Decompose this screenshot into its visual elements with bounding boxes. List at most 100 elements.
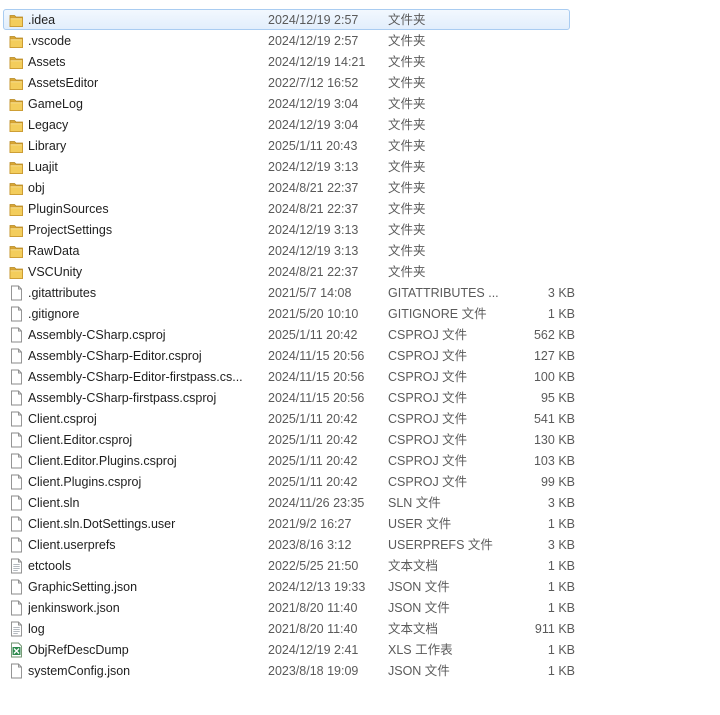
file-type: 文件夹 <box>388 34 426 48</box>
file-row[interactable]: Assembly-CSharp-Editor-firstpass.cs... 20… <box>3 366 575 387</box>
file-row[interactable]: Legacy 2024/12/19 3:04 文件夹 <box>3 114 570 135</box>
file-name: Assembly-CSharp-Editor-firstpass.cs... <box>28 370 243 384</box>
file-name: Assembly-CSharp-Editor.csproj <box>28 349 202 363</box>
file-type: CSPROJ 文件 <box>388 349 468 363</box>
file-type: JSON 文件 <box>388 580 450 594</box>
file-row[interactable]: Assembly-CSharp-Editor.csproj 2024/11/15 … <box>3 345 575 366</box>
file-name: obj <box>28 181 45 195</box>
text-document-icon <box>9 558 24 574</box>
file-row[interactable]: log 2021/8/20 11:40 文本文档 911 KB <box>3 618 575 639</box>
folder-icon <box>9 117 24 133</box>
file-name: Client.sln.DotSettings.user <box>28 517 176 531</box>
file-row[interactable]: Assets 2024/12/19 14:21 文件夹 <box>3 51 570 72</box>
file-type: CSPROJ 文件 <box>388 370 468 384</box>
file-name: Client.Editor.Plugins.csproj <box>28 454 177 468</box>
file-name: RawData <box>28 244 80 258</box>
file-name: .idea <box>28 13 56 27</box>
file-date-modified: 2023/8/16 3:12 <box>268 538 352 552</box>
file-row[interactable]: Client.userprefs 2023/8/16 3:12 USERPREFS … <box>3 534 575 555</box>
file-date-modified: 2024/12/19 2:57 <box>268 34 359 48</box>
file-type: 文件夹 <box>388 139 426 153</box>
file-icon <box>9 306 24 322</box>
file-date-modified: 2024/8/21 22:37 <box>268 202 359 216</box>
folder-icon <box>9 222 24 238</box>
file-size: 911 KB <box>534 622 575 636</box>
file-date-modified: 2024/11/26 23:35 <box>268 496 365 510</box>
file-type: SLN 文件 <box>388 496 441 510</box>
folder-icon <box>9 180 24 196</box>
file-type: 文件夹 <box>388 244 426 258</box>
file-icon <box>9 600 24 616</box>
file-date-modified: 2021/8/20 11:40 <box>268 601 358 615</box>
file-type: 文本文档 <box>388 622 439 636</box>
file-row[interactable]: ProjectSettings 2024/12/19 3:13 文件夹 <box>3 219 570 240</box>
file-date-modified: 2025/1/11 20:42 <box>268 475 358 489</box>
file-row[interactable]: ObjRefDescDump 2024/12/19 2:41 XLS 工作表 1 KB <box>3 639 575 660</box>
file-type: USERPREFS 文件 <box>388 538 493 552</box>
file-name: GameLog <box>28 97 83 111</box>
file-name: VSCUnity <box>28 265 83 279</box>
folder-icon <box>9 201 24 217</box>
file-row[interactable]: Client.sln.DotSettings.user 2021/9/2 16:2… <box>3 513 575 534</box>
file-icon <box>9 516 24 532</box>
file-row[interactable]: Client.Plugins.csproj 2025/1/11 20:42 CSPR… <box>3 471 575 492</box>
file-name: Library <box>28 139 67 153</box>
file-name: systemConfig.json <box>28 664 131 678</box>
file-name: Assembly-CSharp-firstpass.csproj <box>28 391 217 405</box>
file-row[interactable]: Client.sln 2024/11/26 23:35 SLN 文件 3 KB <box>3 492 575 513</box>
folder-icon <box>9 33 24 49</box>
file-row[interactable]: Luajit 2024/12/19 3:13 文件夹 <box>3 156 570 177</box>
file-date-modified: 2025/1/11 20:43 <box>268 139 358 153</box>
file-date-modified: 2024/12/19 3:13 <box>268 244 359 258</box>
file-row[interactable]: GraphicSetting.json 2024/12/13 19:33 JSON … <box>3 576 575 597</box>
file-date-modified: 2024/12/13 19:33 <box>268 580 366 594</box>
file-row[interactable]: etctools 2022/5/25 21:50 文本文档 1 KB <box>3 555 575 576</box>
file-row[interactable]: GameLog 2024/12/19 3:04 文件夹 <box>3 93 570 114</box>
file-type: 文件夹 <box>388 76 426 90</box>
file-row[interactable]: jenkinswork.json 2021/8/20 11:40 JSON 文件 1 … <box>3 597 575 618</box>
file-date-modified: 2024/12/19 3:04 <box>268 118 359 132</box>
file-row[interactable]: AssetsEditor 2022/7/12 16:52 文件夹 <box>3 72 570 93</box>
file-size: 541 KB <box>533 412 575 426</box>
file-row[interactable]: Client.Editor.csproj 2025/1/11 20:42 CSPRO… <box>3 429 575 450</box>
file-row[interactable]: Client.Editor.Plugins.csproj 2025/1/11 20… <box>3 450 575 471</box>
folder-icon <box>9 96 24 112</box>
file-size: 562 KB <box>533 328 575 342</box>
file-type: CSPROJ 文件 <box>388 328 468 342</box>
file-row[interactable]: .gitattributes 2021/5/7 14:08 GITATTRIBUTE… <box>3 282 575 303</box>
file-size: 1 KB <box>547 580 575 594</box>
file-name: .gitignore <box>28 307 80 321</box>
file-icon <box>9 453 24 469</box>
file-row[interactable]: RawData 2024/12/19 3:13 文件夹 <box>3 240 570 261</box>
file-row[interactable]: .gitignore 2021/5/20 10:10 GITIGNORE 文件 1 K… <box>3 303 575 324</box>
file-icon <box>9 327 24 343</box>
file-row[interactable]: Client.csproj 2025/1/11 20:42 CSPROJ 文件 541… <box>3 408 575 429</box>
folder-icon <box>9 138 24 154</box>
file-row[interactable]: Library 2025/1/11 20:43 文件夹 <box>3 135 570 156</box>
file-name: log <box>28 622 45 636</box>
file-size: 3 KB <box>547 286 575 300</box>
file-icon <box>9 432 24 448</box>
file-name: etctools <box>28 559 72 573</box>
file-row[interactable]: .vscode 2024/12/19 2:57 文件夹 <box>3 30 570 51</box>
file-row[interactable]: Assembly-CSharp-firstpass.csproj 2024/11/… <box>3 387 575 408</box>
file-type: 文件夹 <box>388 265 426 279</box>
folder-icon <box>9 243 24 259</box>
file-row[interactable]: obj 2024/8/21 22:37 文件夹 <box>3 177 570 198</box>
file-row[interactable]: Assembly-CSharp.csproj 2025/1/11 20:42 CSP… <box>3 324 575 345</box>
file-name: Assembly-CSharp.csproj <box>28 328 166 342</box>
file-row[interactable]: systemConfig.json 2023/8/18 19:09 JSON 文件 1… <box>3 660 575 681</box>
file-name: jenkinswork.json <box>28 601 120 615</box>
file-name: Assets <box>28 55 66 69</box>
file-date-modified: 2024/11/15 20:56 <box>268 370 365 384</box>
folder-icon <box>9 264 24 280</box>
file-type: 文件夹 <box>388 202 426 216</box>
file-row[interactable]: VSCUnity 2024/8/21 22:37 文件夹 <box>3 261 570 282</box>
file-icon <box>9 348 24 364</box>
file-date-modified: 2024/11/15 20:56 <box>268 391 365 405</box>
file-row[interactable]: PluginSources 2024/8/21 22:37 文件夹 <box>3 198 570 219</box>
folder-icon <box>9 54 24 70</box>
file-type: USER 文件 <box>388 517 452 531</box>
file-icon <box>9 411 24 427</box>
file-row[interactable]: .idea 2024/12/19 2:57 文件夹 <box>3 9 570 30</box>
